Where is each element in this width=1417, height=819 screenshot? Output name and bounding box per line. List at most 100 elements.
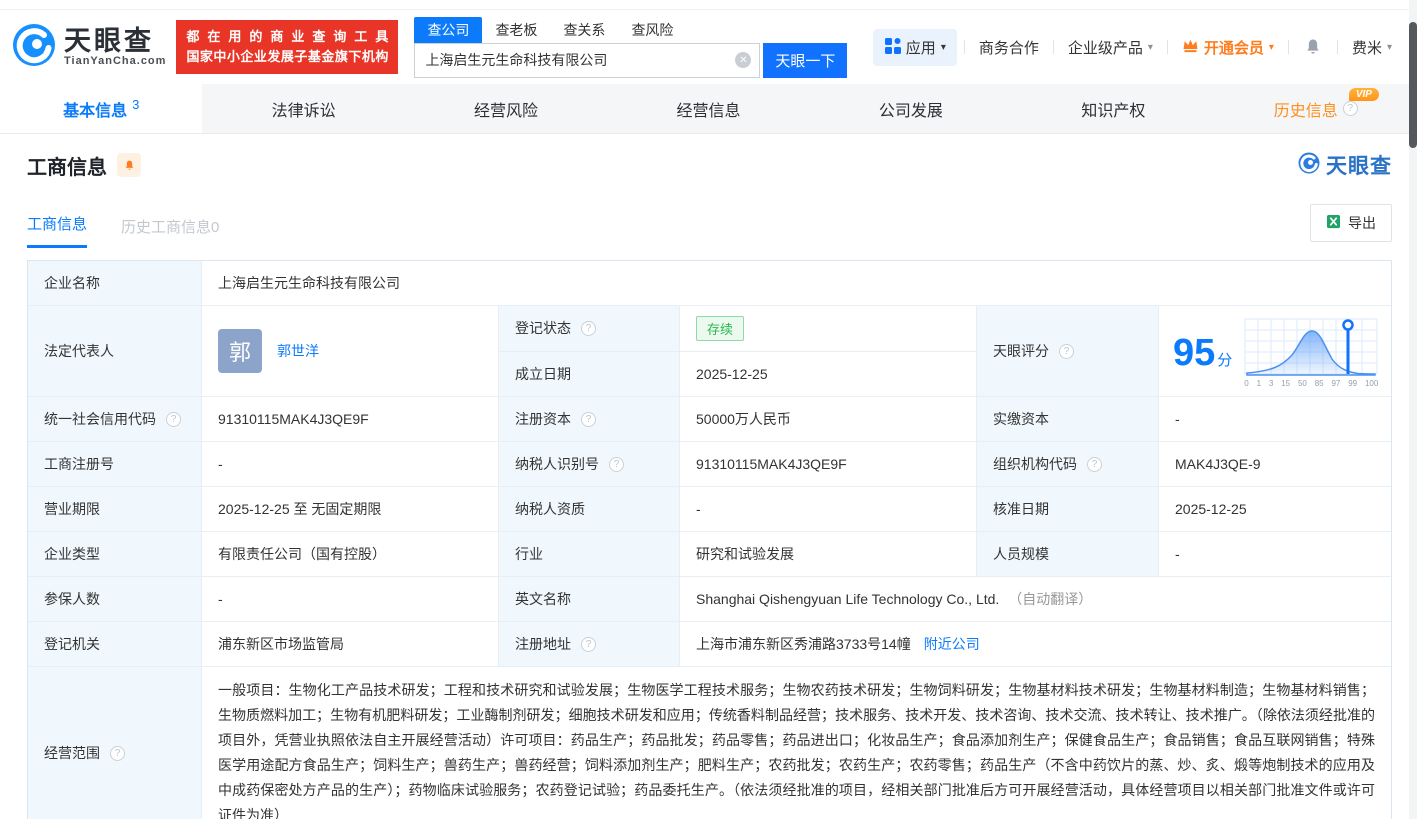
score-unit: 分 bbox=[1217, 352, 1233, 369]
export-button-label: 导出 bbox=[1348, 215, 1376, 231]
company-type-value: 有限责任公司（国有控股） bbox=[201, 532, 498, 576]
reg-capital-label: 注册资本? bbox=[498, 397, 679, 441]
english-name-label: 英文名称 bbox=[498, 577, 679, 621]
apps-grid-icon bbox=[884, 37, 901, 58]
search-input[interactable] bbox=[414, 42, 761, 78]
help-icon[interactable]: ? bbox=[1087, 456, 1102, 472]
brand-domain: TianYanCha.com bbox=[64, 55, 167, 68]
search-tabs: 查公司 查老板 查关系 查风险 bbox=[414, 16, 847, 43]
chevron-down-icon: ▾ bbox=[940, 41, 946, 53]
nav-apps[interactable]: 应用 ▾ bbox=[872, 28, 957, 66]
industry-label: 行业 bbox=[498, 532, 679, 576]
tab-operation-info[interactable]: 经营信息 bbox=[607, 84, 809, 133]
vip-crown-icon bbox=[1182, 38, 1199, 57]
legal-rep-cell: 郭 郭世洋 bbox=[201, 306, 498, 396]
business-scope-label: 经营范围? bbox=[28, 667, 201, 819]
tab-history-info[interactable]: VIP 历史信息 ? bbox=[1215, 84, 1417, 133]
insured-count-label: 参保人数 bbox=[28, 577, 201, 621]
nav-username: 费米 bbox=[1351, 39, 1382, 57]
subtab-history-business-info[interactable]: 历史工商信息0 bbox=[121, 216, 219, 248]
page-top-divider bbox=[0, 0, 1417, 10]
establish-date-label: 成立日期 bbox=[499, 351, 679, 396]
avatar[interactable]: 郭 bbox=[218, 329, 262, 373]
slogan-line-1: 都在用的商业查询工具 bbox=[186, 28, 389, 44]
nav-apps-label: 应用 bbox=[905, 39, 936, 57]
staff-size-value: - bbox=[1158, 532, 1391, 576]
help-icon[interactable]: ? bbox=[581, 411, 596, 427]
brand-name: 天眼查 bbox=[64, 25, 154, 56]
score-distribution-chart: 0 1 3 15 50 85 97 99 100 bbox=[1244, 318, 1378, 388]
nearby-companies-link[interactable]: 附近公司 bbox=[924, 634, 980, 654]
taxpayer-quality-value: - bbox=[679, 487, 976, 531]
approval-date-label: 核准日期 bbox=[976, 487, 1158, 531]
notification-bell-icon[interactable] bbox=[1296, 37, 1330, 57]
search-tab-company[interactable]: 查公司 bbox=[414, 16, 483, 43]
approval-date-value: 2025-12-25 bbox=[1158, 487, 1391, 531]
business-term-value: 2025-12-25 至 无固定期限 bbox=[201, 487, 498, 531]
search-button[interactable]: 天眼一下 bbox=[763, 42, 848, 78]
reg-status-label: 登记状态 ? bbox=[499, 306, 679, 351]
header-nav: 应用 ▾ 商务合作 企业级产品 ▾ 开通会员 ▾ 费米 ▾ bbox=[872, 28, 1399, 66]
table-row: 统一社会信用代码? 91310115MAK4J3QE9F 注册资本? 50000… bbox=[28, 396, 1391, 441]
company-name-label: 企业名称 bbox=[28, 261, 201, 305]
tab-intellectual-property[interactable]: 知识产权 bbox=[1012, 84, 1214, 133]
tab-legal-litigation[interactable]: 法律诉讼 bbox=[202, 84, 404, 133]
search-tab-relation[interactable]: 查关系 bbox=[550, 17, 618, 43]
status-badge: 存续 bbox=[696, 315, 745, 341]
auto-translate-note: （自动翻译） bbox=[1008, 591, 1093, 607]
reg-capital-value: 50000万人民币 bbox=[679, 397, 976, 441]
taxpayer-quality-label: 纳税人资质 bbox=[498, 487, 679, 531]
table-row: 营业期限 2025-12-25 至 无固定期限 纳税人资质 - 核准日期 202… bbox=[28, 486, 1391, 531]
business-scope-value: 一般项目：生物化工产品技术研发；工程和技术研究和试验发展；生物医学工程技术服务；… bbox=[201, 667, 1391, 819]
scrollbar-thumb[interactable] bbox=[1409, 22, 1417, 148]
search-tab-boss[interactable]: 查老板 bbox=[482, 17, 550, 43]
taxpayer-id-value: 91310115MAK4J3QE9F bbox=[679, 442, 976, 486]
vertical-scrollbar[interactable] bbox=[1409, 0, 1417, 819]
clear-search-icon[interactable]: ✕ bbox=[735, 52, 752, 68]
nav-divider bbox=[963, 40, 965, 54]
chevron-down-icon: ▾ bbox=[1268, 41, 1274, 53]
site-logo[interactable]: 天眼查 TianYanCha.com bbox=[10, 21, 166, 74]
subtab-business-info[interactable]: 工商信息 bbox=[27, 213, 88, 248]
tab-history-info-label: 历史信息 bbox=[1273, 102, 1338, 120]
score-label: 天眼评分 ? bbox=[976, 306, 1158, 396]
help-icon[interactable]: ? bbox=[1342, 101, 1358, 116]
tab-basic-info[interactable]: 基本信息 3 bbox=[0, 84, 203, 133]
tab-operation-risk[interactable]: 经营风险 bbox=[405, 84, 607, 133]
table-row: 企业名称 上海启生元生命科技有限公司 bbox=[28, 261, 1391, 305]
chevron-down-icon: ▾ bbox=[1386, 41, 1392, 53]
credit-code-label: 统一社会信用代码? bbox=[28, 397, 201, 441]
taxpayer-id-label: 纳税人识别号? bbox=[498, 442, 679, 486]
search-tab-risk[interactable]: 查风险 bbox=[618, 17, 686, 43]
reg-address-label: 注册地址? bbox=[498, 622, 679, 666]
table-row: 工商注册号 - 纳税人识别号? 91310115MAK4J3QE9F 组织机构代… bbox=[28, 441, 1391, 486]
help-icon[interactable]: ? bbox=[581, 320, 596, 336]
excel-icon bbox=[1326, 214, 1341, 232]
company-name-value: 上海启生元生命科技有限公司 bbox=[201, 261, 1391, 305]
slogan-line-2: 国家中小企业发展子基金旗下机构 bbox=[186, 49, 389, 64]
help-icon[interactable]: ? bbox=[609, 456, 624, 472]
help-icon[interactable]: ? bbox=[166, 411, 181, 427]
nav-cooperation[interactable]: 商务合作 bbox=[972, 37, 1046, 58]
tianyancha-logo-icon bbox=[10, 21, 58, 74]
help-icon[interactable]: ? bbox=[1059, 343, 1074, 359]
nav-open-vip[interactable]: 开通会员 ▾ bbox=[1175, 37, 1281, 58]
reg-authority-label: 登记机关 bbox=[28, 622, 201, 666]
help-icon[interactable]: ? bbox=[581, 636, 596, 652]
nav-user-menu[interactable]: 费米 ▾ bbox=[1345, 37, 1399, 58]
help-icon[interactable]: ? bbox=[110, 745, 125, 761]
site-header: 天眼查 TianYanCha.com 都在用的商业查询工具 国家中小企业发展子基… bbox=[0, 10, 1417, 84]
score-cell: 95 分 0 1 3 15 50 85 97 99 100 bbox=[1158, 306, 1391, 396]
business-term-label: 营业期限 bbox=[28, 487, 201, 531]
export-button[interactable]: 导出 bbox=[1310, 204, 1392, 242]
org-code-value: MAK4J3QE-9 bbox=[1158, 442, 1391, 486]
watermark-brand-text: 天眼查 bbox=[1326, 155, 1392, 178]
subtab-bar: 工商信息 历史工商信息0 导出 bbox=[27, 204, 1392, 248]
nav-enterprise[interactable]: 企业级产品 ▾ bbox=[1061, 37, 1160, 58]
monitor-bell-icon[interactable] bbox=[117, 153, 141, 177]
reg-address-value: 上海市浦东新区秀浦路3733号14幢 附近公司 bbox=[679, 622, 1391, 666]
tab-company-development[interactable]: 公司发展 bbox=[810, 84, 1012, 133]
table-row: 经营范围? 一般项目：生物化工产品技术研发；工程和技术研究和试验发展；生物医学工… bbox=[28, 666, 1391, 819]
chevron-down-icon: ▾ bbox=[1147, 41, 1153, 53]
legal-rep-link[interactable]: 郭世洋 bbox=[277, 341, 319, 361]
